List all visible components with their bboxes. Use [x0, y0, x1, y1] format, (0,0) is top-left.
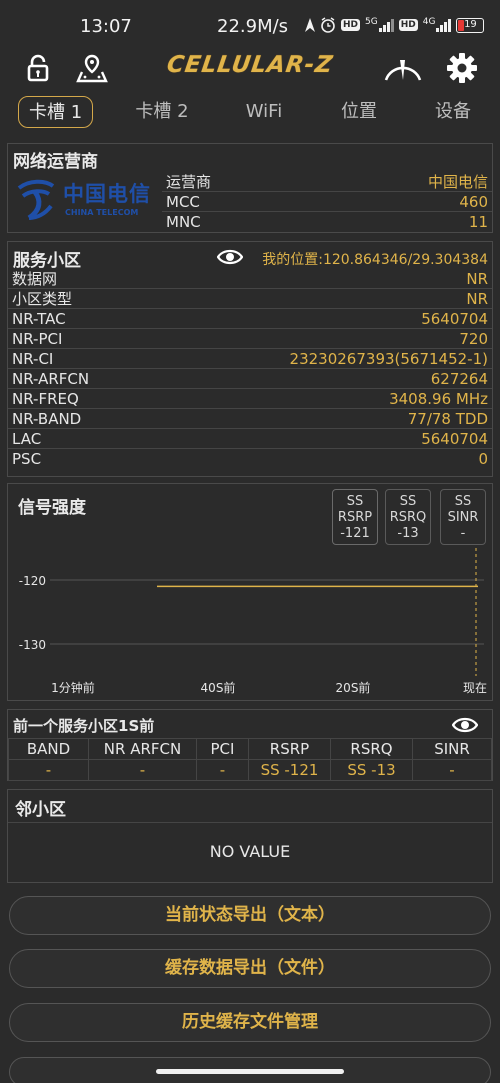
toolbar: CELLULAR-Z [0, 44, 500, 92]
ss-rsrp-chip[interactable]: SS RSRP -121 [332, 489, 378, 545]
col-sinr: SINR [412, 738, 492, 760]
chart-x-tick-label: 40S前 [201, 680, 236, 695]
clock: 13:07 [80, 16, 132, 37]
export-file-button[interactable]: 缓存数据导出（文件） [9, 949, 491, 988]
previous-cell-panel: 前一个服务小区1S前 BAND NR ARFCN PCI RSRP RSRQ S… [7, 709, 493, 781]
cell-rsrp: SS -121 [248, 759, 331, 781]
serving-row: NR-PCI 720 [8, 329, 492, 349]
battery-icon: 19 [456, 17, 485, 33]
col-pci: PCI [196, 738, 249, 760]
operator-panel: 网络运营商 中国电信 CHINA TELECOM 运营商 中国电信 MCC 460 … [7, 143, 493, 233]
cell-pci: - [196, 759, 249, 781]
operator-title: 网络运营商 [13, 152, 98, 172]
chart-y-axis: -120 -130 [19, 574, 46, 652]
operator-row: MCC 460 [162, 192, 492, 212]
hd-icon-2: HD [398, 19, 418, 31]
china-telecom-logo-icon [17, 179, 55, 221]
tab-sim2[interactable]: 卡槽 2 [130, 96, 194, 128]
col-arfcn: NR ARFCN [88, 738, 197, 760]
neighbor-panel: 邻小区 NO VALUE [7, 789, 493, 883]
serving-row: PSC 0 [12, 450, 488, 468]
cell-rsrq: SS -13 [330, 759, 413, 781]
chart-x-axis: 1分钟前 40S前 20S前 现在 [51, 680, 487, 695]
history-files-button[interactable]: 历史缓存文件管理 [9, 1003, 491, 1042]
table-header-row: BAND NR ARFCN PCI RSRP RSRQ SINR [8, 738, 492, 760]
tab-wifi[interactable]: WiFi [236, 96, 292, 128]
cell-sinr: - [412, 759, 492, 781]
chart-grid [50, 548, 484, 676]
eye-icon[interactable] [217, 248, 243, 266]
neighbor-empty: NO VALUE [209, 842, 291, 861]
china-telecom-logo: 中国电信 CHINA TELECOM [13, 172, 161, 228]
net-speed: 22.9M/s [217, 16, 289, 37]
serving-cell-panel: 服务小区 我的位置:120.864346/29.304384 数据网 NR 小区类… [7, 241, 493, 477]
tab-bar: 卡槽 1 卡槽 2 WiFi 位置 设备 [0, 94, 500, 130]
china-telecom-logo-en: CHINA TELECOM [65, 208, 139, 217]
signal-title: 信号强度 [18, 498, 86, 518]
location-map-icon[interactable] [76, 52, 108, 84]
operator-row: 运营商 中国电信 [162, 172, 492, 192]
serving-row: 小区类型 NR [8, 289, 492, 309]
chart-x-tick-label: 现在 [463, 681, 487, 695]
serving-row: 数据网 NR [8, 269, 492, 289]
alarm-icon [321, 17, 335, 33]
settings-gear-icon[interactable] [446, 52, 478, 84]
home-indicator [156, 1069, 344, 1074]
ss-rsrq-chip[interactable]: SS RSRQ -13 [385, 489, 431, 545]
cell-band: - [8, 759, 89, 781]
serving-row: LAC 5640704 [8, 429, 492, 449]
export-text-button[interactable]: 当前状态导出（文本） [9, 896, 491, 935]
my-location: 我的位置:120.864346/29.304384 [262, 252, 488, 268]
serving-row: NR-ARFCN 627264 [8, 369, 492, 389]
lock-icon[interactable] [22, 52, 54, 84]
tab-location[interactable]: 位置 [336, 96, 382, 128]
serving-row: NR-FREQ 3408.96 MHz [8, 389, 492, 409]
hd-icon: HD [341, 19, 361, 31]
eye-icon[interactable] [452, 716, 478, 734]
5g-signal-icon: 5G [365, 18, 394, 32]
chart-x-tick-label: 1分钟前 [51, 680, 95, 695]
cell-arfcn: - [88, 759, 197, 781]
serving-row: NR-BAND 77/78 TDD [8, 409, 492, 429]
serving-row: NR-CI 23230267393(5671452-1) [8, 349, 492, 369]
table-row: - - - SS -121 SS -13 - [8, 759, 492, 781]
operator-row: MNC 11 [166, 213, 488, 231]
4g-signal-icon: 4G [423, 18, 452, 32]
china-telecom-logo-cn: 中国电信 [63, 181, 151, 206]
chart-x-tick-label: 20S前 [336, 680, 371, 695]
app-logo: CELLULAR-Z [165, 52, 335, 78]
tab-sim1[interactable]: 卡槽 1 [18, 96, 94, 128]
neighbor-title: 邻小区 [15, 800, 66, 820]
serving-cell-title: 服务小区 [13, 251, 81, 271]
col-rsrp: RSRP [248, 738, 331, 760]
previous-cell-table: BAND NR ARFCN PCI RSRP RSRQ SINR - - - S… [8, 738, 492, 781]
signal-chart: -120 -130 1分钟前 40S前 20S前 现在 [19, 548, 487, 695]
serving-row: NR-TAC 5640704 [8, 309, 492, 329]
speedometer-icon[interactable] [382, 52, 424, 84]
location-icon [305, 18, 315, 32]
previous-cell-title: 前一个服务小区1S前 [13, 717, 155, 735]
tab-device[interactable]: 设备 [430, 96, 476, 128]
chart-y-tick-label: -130 [19, 638, 46, 652]
col-rsrq: RSRQ [330, 738, 413, 760]
col-band: BAND [8, 738, 89, 760]
ss-sinr-chip[interactable]: SS SINR - [440, 489, 486, 545]
chart-y-tick-label: -120 [19, 574, 46, 588]
